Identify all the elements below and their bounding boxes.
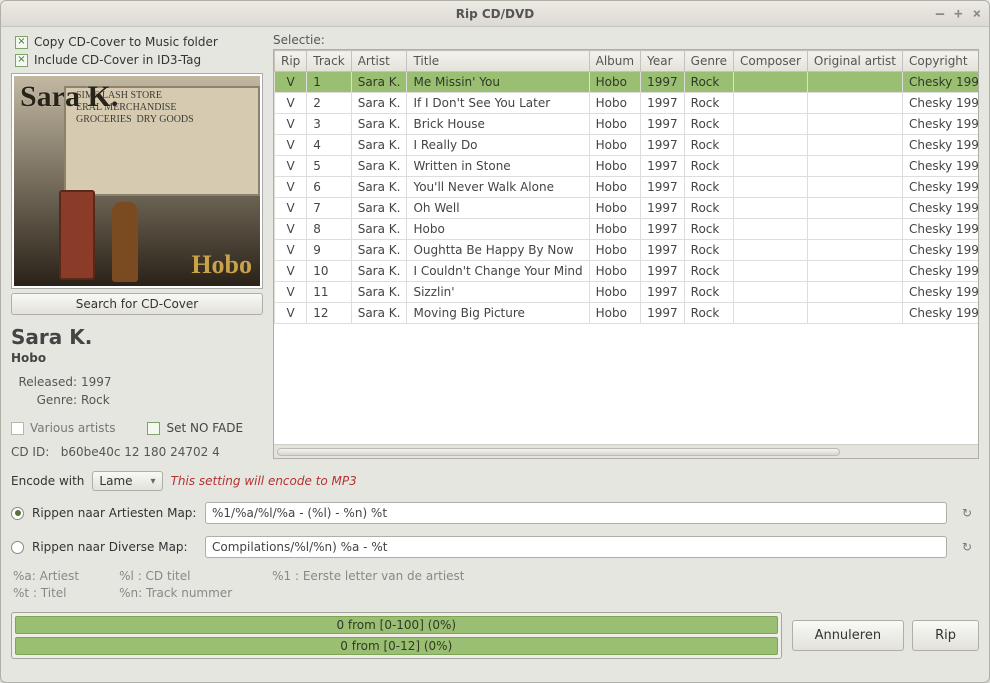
col-copyright[interactable]: Copyright <box>902 51 979 72</box>
window-controls: — + × <box>936 7 981 21</box>
legend-a: %a: Artiest <box>13 569 79 583</box>
table-row[interactable]: V11Sara K.Sizzlin'Hobo1997RockChesky 199… <box>275 282 980 303</box>
app-window: Rip CD/DVD — + × × Copy CD-Cover to Musi… <box>0 0 990 683</box>
minimize-icon[interactable]: — <box>936 7 944 21</box>
table-row[interactable]: V2Sara K.If I Don't See You LaterHobo199… <box>275 93 980 114</box>
table-row[interactable]: V8Sara K.HoboHobo1997RockChesky 1997 <box>275 219 980 240</box>
col-rip[interactable]: Rip <box>275 51 307 72</box>
progress-bar-overall: 0 from [0-100] (0%) <box>15 616 778 634</box>
track-table-frame: RipTrackArtistTitleAlbumYearGenreCompose… <box>273 49 979 459</box>
table-row[interactable]: V1Sara K.Me Missin' YouHobo1997RockChesk… <box>275 72 980 93</box>
rip-button[interactable]: Rip <box>912 620 979 651</box>
table-row[interactable]: V7Sara K.Oh WellHobo1997RockChesky 1997 <box>275 198 980 219</box>
diverse-map-reload-icon[interactable]: ↻ <box>955 535 979 559</box>
diverse-map-radio[interactable] <box>11 541 24 554</box>
released-value: 1997 <box>81 375 263 389</box>
titlebar[interactable]: Rip CD/DVD — + × <box>1 1 989 27</box>
legend-t: %t : Titel <box>13 586 79 600</box>
search-cover-button[interactable]: Search for CD-Cover <box>11 293 263 315</box>
col-genre[interactable]: Genre <box>684 51 733 72</box>
maximize-icon[interactable]: + <box>954 7 962 21</box>
rip-cell[interactable]: V <box>275 114 307 135</box>
cover-title-text: Hobo <box>191 250 252 280</box>
encode-warning: This setting will encode to MP3 <box>171 474 357 488</box>
col-composer[interactable]: Composer <box>733 51 807 72</box>
include-cover-checkbox[interactable]: × <box>15 54 28 67</box>
include-cover-label: Include CD-Cover in ID3-Tag <box>34 53 201 67</box>
encode-label: Encode with <box>11 474 84 488</box>
progress-bar-track: 0 from [0-12] (0%) <box>15 637 778 655</box>
table-row[interactable]: V10Sara K.I Couldn't Change Your MindHob… <box>275 261 980 282</box>
cd-id-label: CD ID: <box>11 445 49 459</box>
encoder-combo[interactable]: Lame <box>92 471 162 491</box>
close-icon[interactable]: × <box>973 7 981 21</box>
cancel-button[interactable]: Annuleren <box>792 620 905 651</box>
window-title: Rip CD/DVD <box>456 7 534 21</box>
track-table[interactable]: RipTrackArtistTitleAlbumYearGenreCompose… <box>274 50 979 324</box>
search-cover-label: Search for CD-Cover <box>76 297 198 311</box>
rip-cell[interactable]: V <box>275 72 307 93</box>
cover-artist-text: Sara K. <box>20 80 118 114</box>
various-artists-label: Various artists <box>30 421 115 435</box>
copy-cover-checkbox[interactable]: × <box>15 36 28 49</box>
col-original-artist[interactable]: Original artist <box>807 51 902 72</box>
table-row[interactable]: V3Sara K.Brick HouseHobo1997RockChesky 1… <box>275 114 980 135</box>
table-row[interactable]: V4Sara K.I Really DoHobo1997RockChesky 1… <box>275 135 980 156</box>
col-track[interactable]: Track <box>307 51 351 72</box>
rip-cell[interactable]: V <box>275 198 307 219</box>
rip-cell[interactable]: V <box>275 156 307 177</box>
rip-cell[interactable]: V <box>275 261 307 282</box>
rip-cell[interactable]: V <box>275 93 307 114</box>
rip-cell[interactable]: V <box>275 240 307 261</box>
artist-map-reload-icon[interactable]: ↻ <box>955 501 979 525</box>
artist-map-label: Rippen naar Artiesten Map: <box>32 506 197 520</box>
various-artists-checkbox[interactable] <box>11 422 24 435</box>
table-row[interactable]: V5Sara K.Written in StoneHobo1997RockChe… <box>275 156 980 177</box>
legend-n: %n: Track nummer <box>119 586 232 600</box>
col-year[interactable]: Year <box>641 51 685 72</box>
rip-cell[interactable]: V <box>275 282 307 303</box>
horizontal-scrollbar[interactable] <box>274 444 978 458</box>
legend-1: %1 : Eerste letter van de artiest <box>272 569 464 583</box>
table-row[interactable]: V12Sara K.Moving Big PictureHobo1997Rock… <box>275 303 980 324</box>
diverse-map-input[interactable] <box>205 536 947 558</box>
progress-panel: 0 from [0-100] (0%) 0 from [0-12] (0%) <box>11 612 782 659</box>
artist-map-input[interactable] <box>205 502 947 524</box>
legend-l: %l : CD titel <box>119 569 232 583</box>
album-cover: SIMS LASH STOREERAL MERCHANDISEGROCERIES… <box>11 73 263 289</box>
selection-label: Selectie: <box>273 33 979 47</box>
col-artist[interactable]: Artist <box>351 51 407 72</box>
rip-cell[interactable]: V <box>275 135 307 156</box>
col-album[interactable]: Album <box>589 51 640 72</box>
rip-cell[interactable]: V <box>275 303 307 324</box>
col-title[interactable]: Title <box>407 51 589 72</box>
released-label: Released: <box>11 375 81 389</box>
genre-value: Rock <box>81 393 263 407</box>
table-row[interactable]: V6Sara K.You'll Never Walk AloneHobo1997… <box>275 177 980 198</box>
album-heading: Hobo <box>11 351 263 365</box>
rip-cell[interactable]: V <box>275 219 307 240</box>
cd-id-value: b60be40c 12 180 24702 4 <box>61 445 220 459</box>
no-fade-checkbox[interactable] <box>147 422 160 435</box>
pattern-legend: %a: Artiest %t : Titel %l : CD titel %n:… <box>13 569 977 600</box>
rip-cell[interactable]: V <box>275 177 307 198</box>
artist-heading: Sara K. <box>11 325 263 349</box>
artist-map-radio[interactable] <box>11 507 24 520</box>
table-row[interactable]: V9Sara K.Oughtta Be Happy By NowHobo1997… <box>275 240 980 261</box>
diverse-map-label: Rippen naar Diverse Map: <box>32 540 197 554</box>
encoder-value: Lame <box>99 474 132 488</box>
copy-cover-label: Copy CD-Cover to Music folder <box>34 35 218 49</box>
genre-label: Genre: <box>11 393 81 407</box>
no-fade-label: Set NO FADE <box>166 421 243 435</box>
